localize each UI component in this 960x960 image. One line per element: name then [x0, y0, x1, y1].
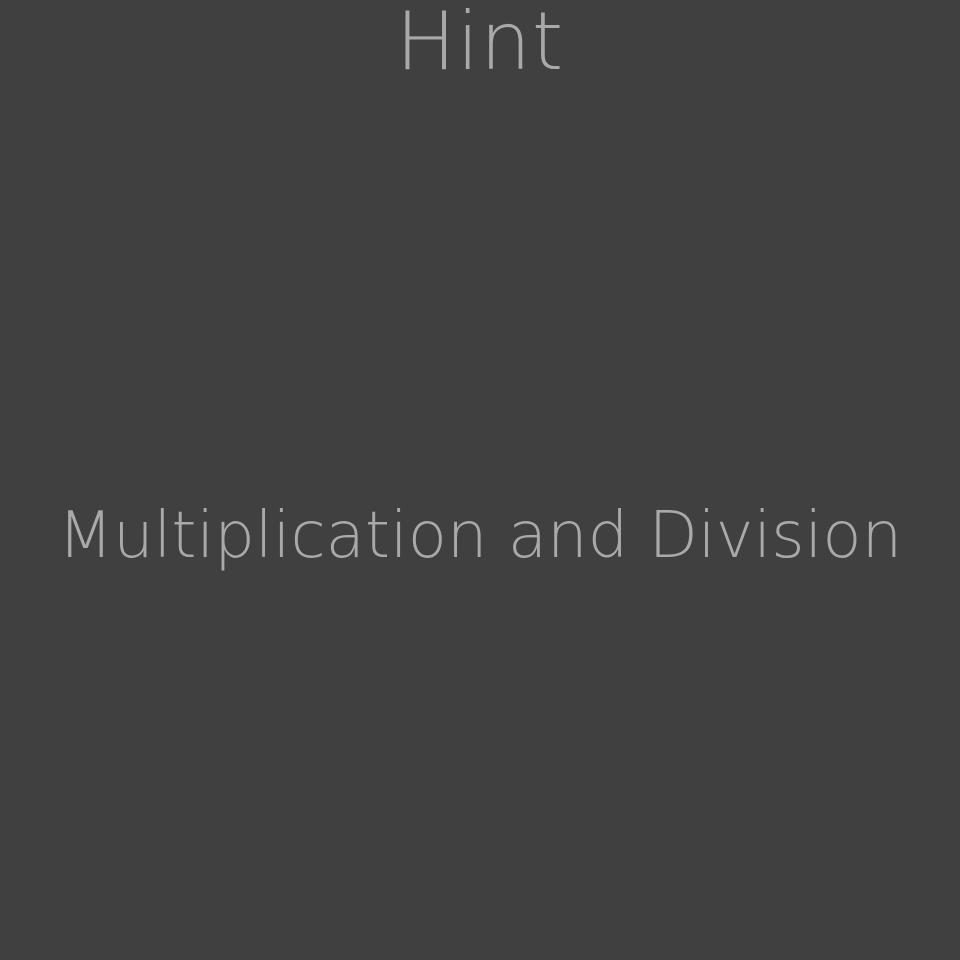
hint-screen: Hint Multiplication and Division: [0, 0, 960, 960]
hint-text: Multiplication and Division: [57, 499, 903, 573]
hint-title: Hint: [395, 0, 565, 88]
